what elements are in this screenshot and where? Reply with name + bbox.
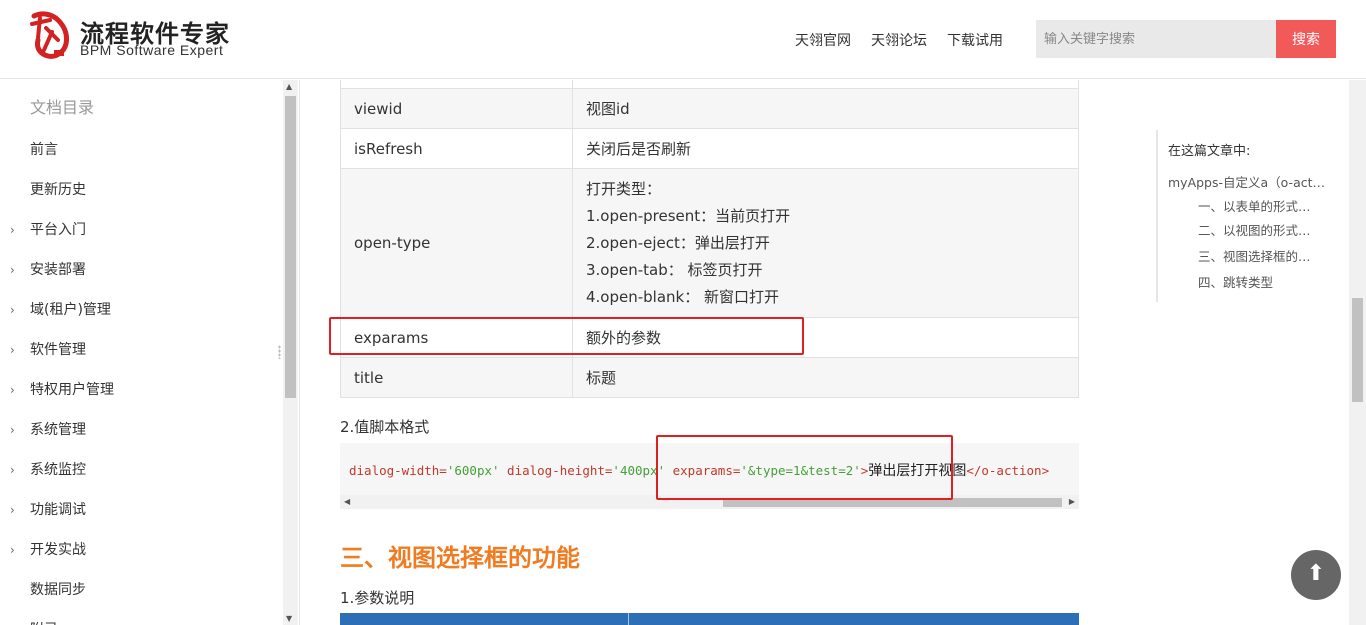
sidebar-item[interactable]: › 特权用户管理 [0,370,282,410]
sidebar-item[interactable]: 数据同步 [0,570,282,610]
chevron-right-icon[interactable]: › [10,210,15,250]
sidebar-item-label: 更新历史 [30,182,86,198]
resize-grip-icon[interactable] [278,345,281,359]
chevron-right-icon[interactable]: › [10,330,15,370]
outline-item[interactable]: 四、跳转类型 [1198,272,1320,291]
code-tag: </o-action> [966,463,1050,478]
sidebar-item[interactable]: › 软件管理 [0,330,282,370]
toc-title: 文档目录 [30,98,95,117]
search-input[interactable] [1036,20,1276,58]
sidebar-item-label: 系统监控 [30,462,86,478]
table-cell [340,80,573,89]
chevron-right-icon[interactable]: › [10,410,15,450]
open-type-line: 1.open-present：当前页打开 [586,206,791,225]
sidebar-item[interactable]: › 开发实战 [0,530,282,570]
outline-item[interactable]: 三、视图选择框的功能 [1198,246,1320,265]
sidebar-item[interactable]: › 平台入门 [0,210,282,250]
sidebar-item[interactable]: 前言 [0,130,282,170]
param-desc: 打开类型： 1.open-present：当前页打开 2.open-eject：… [572,168,1079,318]
chevron-right-icon[interactable]: › [10,450,15,490]
nav-official-site[interactable]: 天翎官网 [795,30,851,50]
table-row: title 标题 [340,357,1079,398]
table-row [340,80,1079,89]
nav-forum[interactable]: 天翎论坛 [871,30,927,50]
back-to-top-arrow-icon[interactable]: ⬆ [1291,550,1341,600]
outline-item[interactable]: 二、以视图的形式打开 [1198,220,1320,239]
script-format-heading: 2.值脚本格式 [340,418,430,436]
highlight-box-exparams-row [329,317,804,355]
sidebar-item-label: 软件管理 [30,342,86,358]
chevron-right-icon[interactable]: › [10,490,15,530]
doc-toc-sidebar: 文档目录 前言更新历史 › 平台入门 › 安装部署 › 域(租户)管理 › 软件管理 › 特权用户管… [0,80,300,625]
sidebar-item[interactable]: › 安装部署 [0,250,282,290]
sidebar-item-label: 功能调试 [30,502,86,518]
sidebar-item[interactable]: › 功能调试 [0,490,282,530]
code-string: '600px' [446,463,500,478]
param-desc: 标题 [572,357,1079,398]
param-desc-heading: 1.参数说明 [340,589,415,607]
open-type-line: 4.open-blank： 新窗口打开 [586,287,780,306]
param-key: viewid [340,88,573,129]
logo-text-en: BPM Software Expert [80,42,224,58]
outline-item[interactable]: 一、以表单的形式打开 [1198,196,1320,215]
search-button[interactable]: 搜索 [1276,20,1336,58]
toc-list: 前言更新历史 › 平台入门 › 安装部署 › 域(租户)管理 › 软件管理 › 特权用户管理 › 系统管… [0,130,282,625]
sidebar-item-label: 开发实战 [30,542,86,558]
outline-item[interactable]: myApps-自定义a（o-action） [1168,172,1328,191]
open-type-line: 打开类型： [586,179,662,198]
code-attr: dialog-height= [499,463,613,478]
sidebar-item-label: 前言 [30,142,58,158]
scroll-right-arrow-icon[interactable]: ▶ [1069,495,1075,509]
sidebar-item-label: 特权用户管理 [30,382,114,398]
article-outline: 在这篇文章中: myApps-自定义a（o-action） 一、以表单的形式打开… [1156,130,1346,302]
table-row: viewid 视图id [340,88,1079,129]
chevron-right-icon[interactable]: › [10,530,15,570]
chevron-right-icon[interactable]: › [10,370,15,410]
sidebar-item-label: 数据同步 [30,582,86,598]
sidebar-item[interactable]: › 域(租户)管理 [0,290,282,330]
scroll-left-arrow-icon[interactable]: ◀ [344,495,350,509]
section-title: 三、视图选择框的功能 [340,544,580,572]
page-scrollbar[interactable] [1349,80,1366,625]
nav-download-trial[interactable]: 下载试用 [947,30,1003,50]
sidebar-item[interactable]: › 系统管理 [0,410,282,450]
logo-seal-icon [30,11,69,59]
sidebar-scrollbar[interactable]: ▲ ▼ [283,80,298,625]
code-attr: dialog-width= [349,463,447,478]
scroll-down-arrow-icon[interactable]: ▼ [286,614,296,623]
chevron-right-icon[interactable]: › [10,290,15,330]
param-key: isRefresh [340,128,573,169]
param-desc: 关闭后是否刷新 [572,128,1079,169]
sidebar-item-label: 域(租户)管理 [30,302,111,318]
param-key: title [340,357,573,398]
open-type-line: 2.open-eject：弹出层打开 [586,233,770,252]
sidebar-item[interactable]: 附录 [0,610,282,625]
scroll-up-arrow-icon[interactable]: ▲ [286,82,296,91]
table-cell [572,80,1079,89]
site-header: 流程软件专家 BPM Software Expert 天翎官网 天翎论坛 下载试… [0,0,1366,79]
sidebar-scroll-thumb[interactable] [285,96,296,398]
outline-title: 在这篇文章中: [1168,144,1251,159]
param-key: open-type [340,168,573,318]
param-desc: 视图id [572,88,1079,129]
sidebar-item[interactable]: › 系统监控 [0,450,282,490]
top-nav: 天翎官网 天翎论坛 下载试用 [795,30,1003,50]
highlight-box-exparams-code [656,435,953,500]
sidebar-item-label: 安装部署 [30,262,86,278]
open-type-line: 3.open-tab： 标签页打开 [586,260,763,279]
page-scroll-thumb[interactable] [1352,298,1363,402]
sidebar-item-label: 系统管理 [30,422,86,438]
table-row: open-type 打开类型： 1.open-present：当前页打开 2.o… [340,168,1079,318]
site-logo[interactable]: 流程软件专家 BPM Software Expert [28,10,258,62]
sidebar-item-label: 平台入门 [30,222,86,238]
table-row: isRefresh 关闭后是否刷新 [340,128,1079,169]
chevron-right-icon[interactable]: › [10,250,15,290]
table-header-bar [340,613,1079,625]
sidebar-item[interactable]: 更新历史 [0,170,282,210]
